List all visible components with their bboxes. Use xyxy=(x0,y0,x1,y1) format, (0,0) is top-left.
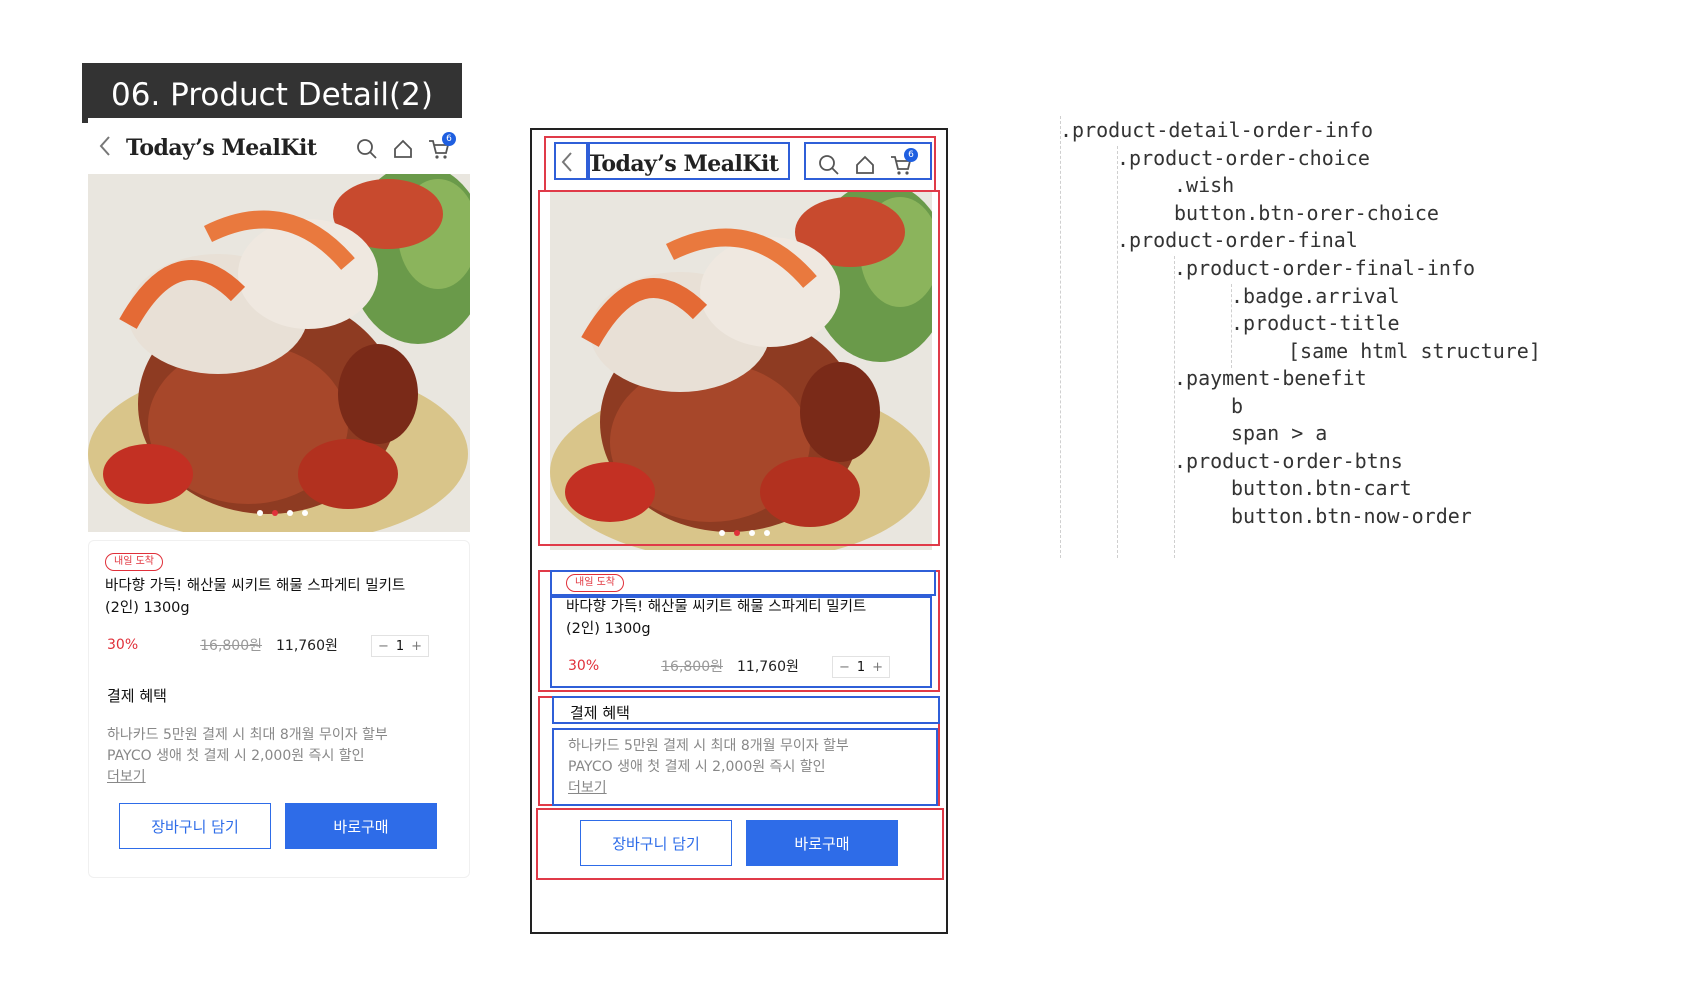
cart-count-badge: 6 xyxy=(442,132,456,146)
brand-title[interactable]: Today’s MealKit xyxy=(126,135,317,161)
tree-node: [same html structure] xyxy=(1288,339,1541,363)
tree-node: button.btn-orer-choice xyxy=(1174,201,1439,225)
tree-node: .product-order-choice xyxy=(1117,146,1370,170)
annotation-buttons-box xyxy=(536,808,944,880)
carousel-dot[interactable] xyxy=(302,510,308,516)
carousel-dot[interactable] xyxy=(287,510,293,516)
more-link[interactable]: 더보기 xyxy=(107,767,447,788)
tree-node: .payment-benefit xyxy=(1174,366,1367,390)
tree-node: .product-title xyxy=(1231,311,1400,335)
html-structure-tree: .product-detail-order-info .product-orde… xyxy=(1060,116,1640,558)
tree-node: .wish xyxy=(1174,173,1235,197)
benefit-text: 하나카드 5만원 결제 시 최대 8개월 무이자 할부 PAYCO 생애 첫 결… xyxy=(107,725,447,788)
product-image[interactable] xyxy=(88,174,470,532)
annotation-back-box xyxy=(554,142,588,180)
back-button[interactable] xyxy=(98,135,112,162)
tree-node: .product-order-btns xyxy=(1174,449,1403,473)
tree-node: .product-detail-order-info xyxy=(1060,118,1374,142)
product-title-line1: 바다향 가득! 해산물 씨키트 해물 스파게티 밀키트 xyxy=(105,578,406,594)
qty-plus-button[interactable]: + xyxy=(411,639,422,654)
cart-add-button[interactable]: 장바구니 담기 xyxy=(119,803,271,849)
annotation-icons-box xyxy=(804,142,932,180)
tree-node: button.btn-now-order xyxy=(1231,504,1472,528)
final-price: 11,760원 xyxy=(276,638,338,654)
annotation-badge-box xyxy=(550,570,936,596)
home-button[interactable] xyxy=(392,138,414,160)
annotation-title-box xyxy=(588,142,790,180)
carousel-dots xyxy=(257,510,308,516)
tree-node: span > a xyxy=(1231,421,1328,445)
price-row: 30% 16,800원 11,760원 xyxy=(107,635,338,655)
search-button[interactable] xyxy=(356,138,378,160)
header-icons: 6 xyxy=(356,132,456,160)
search-icon xyxy=(357,139,377,159)
tree-node: .badge.arrival xyxy=(1231,284,1400,308)
tree-node: .product-order-final-info xyxy=(1174,256,1476,280)
tree-guide xyxy=(1117,146,1118,558)
qty-minus-button[interactable]: − xyxy=(378,639,389,654)
benefit-line2: PAYCO 생애 첫 결제 시 2,000원 즉시 할인 xyxy=(107,748,365,764)
home-icon xyxy=(394,139,412,158)
product-detail-screen: Today’s MealKit 6 내일 도착 바다향 가득! 해산물 씨키트 … xyxy=(88,118,470,878)
arrival-badge: 내일 도착 xyxy=(105,553,163,571)
carousel-dot-active[interactable] xyxy=(272,510,278,516)
tree-node: b xyxy=(1231,394,1244,418)
discount-rate: 30% xyxy=(107,637,139,653)
product-title: 바다향 가득! 해산물 씨키트 해물 스파게티 밀키트 (2인) 1300g xyxy=(105,575,455,619)
annotated-product-detail-screen: Today’s MealKit 6 내일 도착 바다향 가득! 해산물 씨키트 … xyxy=(530,128,948,934)
chevron-left-icon xyxy=(99,135,110,156)
product-title-line2: (2인) 1300g xyxy=(105,600,190,616)
section-title-text: 06. Product Detail(2) xyxy=(111,77,433,113)
tree-guide xyxy=(1174,256,1175,558)
annotation-final-info-box xyxy=(550,596,932,688)
section-title: 06. Product Detail(2) xyxy=(82,63,462,123)
annotation-benefit-text-box xyxy=(552,728,938,806)
original-price: 16,800원 xyxy=(200,638,262,654)
qty-value: 1 xyxy=(395,638,405,654)
tree-guide xyxy=(1060,116,1061,558)
buy-now-button[interactable]: 바로구매 xyxy=(285,803,437,849)
benefit-heading: 결제 혜택 xyxy=(107,687,167,705)
seafood-pasta-photo xyxy=(88,174,470,532)
cart-button[interactable]: 6 xyxy=(428,132,456,160)
quantity-stepper: − 1 + xyxy=(371,635,429,657)
benefit-line1: 하나카드 5만원 결제 시 최대 8개월 무이자 할부 xyxy=(107,727,388,743)
annotation-benefit-heading-box xyxy=(552,696,940,724)
annotation-image-box xyxy=(538,190,940,546)
carousel-dot[interactable] xyxy=(257,510,263,516)
product-order-info: 내일 도착 바다향 가득! 해산물 씨키트 해물 스파게티 밀키트 (2인) 1… xyxy=(88,540,470,878)
tree-node: button.btn-cart xyxy=(1231,476,1412,500)
tree-node: .product-order-final xyxy=(1117,228,1358,252)
